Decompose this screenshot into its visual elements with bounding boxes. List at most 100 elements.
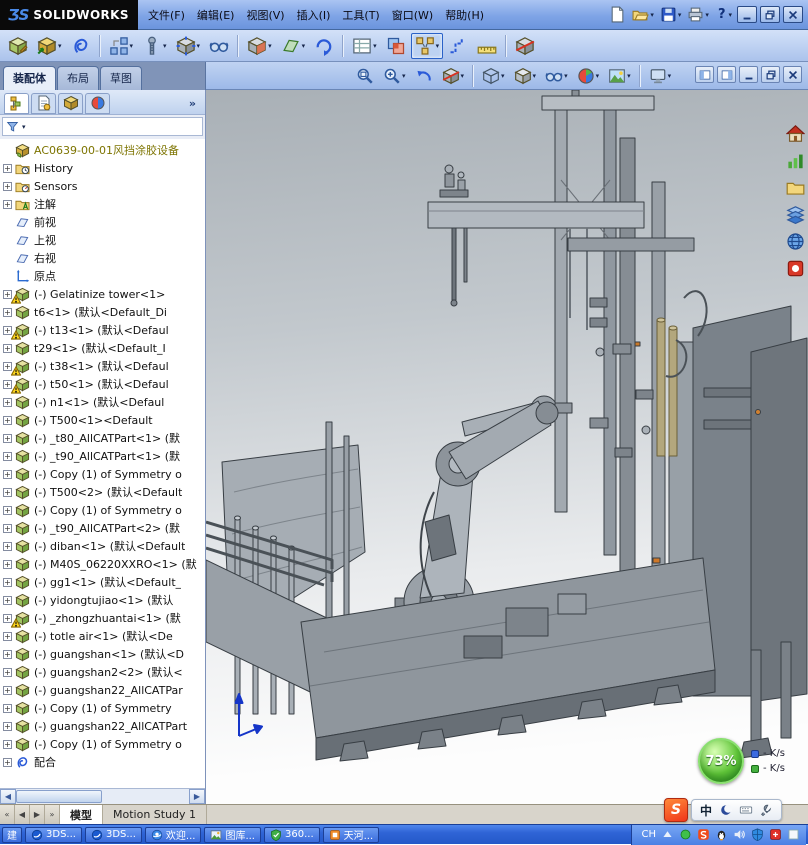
tree-item[interactable]: +(-) t13<1> (默认<Defaul xyxy=(0,321,205,339)
expand-icon[interactable]: + xyxy=(3,182,12,191)
tree-item[interactable]: +(-) guangshan22_AllCATPart xyxy=(0,717,205,735)
previous-view-button[interactable] xyxy=(411,64,437,88)
stats-button[interactable] xyxy=(785,150,805,170)
show-hidden-components-button[interactable] xyxy=(205,33,233,59)
net-percent-badge[interactable]: 73% xyxy=(698,738,744,784)
tree-item[interactable]: +(-) Copy (1) of Symmetry o xyxy=(0,465,205,483)
menu-item[interactable]: 视图(V) xyxy=(240,5,290,25)
print-button[interactable]: ▾ xyxy=(685,4,711,26)
expand-icon[interactable]: + xyxy=(3,452,12,461)
display-manager-tab[interactable] xyxy=(85,93,110,114)
last-tab-button[interactable]: » xyxy=(45,805,60,824)
smart-fasteners-button[interactable]: ▾ xyxy=(138,33,171,59)
edit-appearance-button[interactable]: ▾ xyxy=(573,64,604,88)
taskbar-button[interactable]: 360... xyxy=(264,827,320,843)
next-tab-button[interactable]: ▶ xyxy=(30,805,45,824)
scrollbar-track[interactable] xyxy=(16,789,189,804)
ime-language-toggle[interactable]: 中 xyxy=(700,802,712,819)
help-button[interactable]: ? ▾ xyxy=(714,4,734,26)
arrow-up-icon[interactable] xyxy=(661,828,674,841)
expand-icon[interactable]: + xyxy=(3,560,12,569)
net-speed-widget[interactable]: 73% - K/s - K/s xyxy=(698,738,785,784)
expand-icon[interactable]: + xyxy=(3,434,12,443)
exploded-view-button[interactable]: ▾ xyxy=(411,33,444,59)
toggle-left-pane-button[interactable] xyxy=(695,66,714,83)
restore-button[interactable] xyxy=(761,66,780,83)
tree-item[interactable]: +注解 xyxy=(0,195,205,213)
property-manager-tab[interactable] xyxy=(31,93,56,114)
move-component-button[interactable]: ▾ xyxy=(172,33,205,59)
insert-components-button[interactable]: ▾ xyxy=(33,33,66,59)
minimize-button[interactable] xyxy=(739,66,758,83)
expand-icon[interactable]: + xyxy=(3,308,12,317)
tree-item[interactable]: 右视 xyxy=(0,249,205,267)
menu-item[interactable]: 工具(T) xyxy=(336,5,385,25)
scrollbar-thumb[interactable] xyxy=(16,790,102,803)
tree-root-item[interactable]: AC0639-00-01风挡涂胶设备 xyxy=(0,141,205,159)
taskbar-button[interactable]: 天河... xyxy=(323,827,380,843)
white-box-icon[interactable] xyxy=(787,828,800,841)
measure-button[interactable] xyxy=(473,33,501,59)
feature-manager-tab[interactable] xyxy=(4,93,29,114)
menu-item[interactable]: 帮助(H) xyxy=(439,5,490,25)
explode-line-sketch-button[interactable] xyxy=(444,33,472,59)
taskbar-button-partial[interactable]: 建 xyxy=(2,827,22,843)
shield-icon[interactable] xyxy=(751,828,764,841)
taskbar-button[interactable]: 图库... xyxy=(204,827,261,843)
wrench-icon[interactable] xyxy=(759,803,773,817)
display-style-button[interactable]: ▾ xyxy=(510,64,541,88)
first-tab-button[interactable]: « xyxy=(0,805,15,824)
new-motion-study-button[interactable] xyxy=(310,33,338,59)
commandmanager-tab[interactable]: 装配体 xyxy=(3,66,56,90)
expand-icon[interactable]: + xyxy=(3,470,12,479)
tree-item[interactable]: +(-) T500<2> (默认<Default xyxy=(0,483,205,501)
red-app-icon[interactable] xyxy=(769,828,782,841)
tree-item[interactable]: +(-) Gelatinize tower<1> xyxy=(0,285,205,303)
expand-icon[interactable]: + xyxy=(3,668,12,677)
tree-item[interactable]: +配合 xyxy=(0,753,205,771)
expand-icon[interactable]: + xyxy=(3,722,12,731)
tree-item[interactable]: +(-) t50<1> (默认<Defaul xyxy=(0,375,205,393)
document-tab[interactable]: 模型 xyxy=(60,805,103,824)
expand-icon[interactable]: + xyxy=(3,506,12,515)
tree-item[interactable]: +(-) _t90_AllCATPart<1> (默 xyxy=(0,447,205,465)
panel-overflow-button[interactable]: » xyxy=(184,97,201,110)
prev-tab-button[interactable]: ◀ xyxy=(15,805,30,824)
expand-icon[interactable]: + xyxy=(3,596,12,605)
qq-icon[interactable] xyxy=(715,828,728,841)
tree-horizontal-scrollbar[interactable]: ◀ ▶ xyxy=(0,788,205,804)
tree-item[interactable]: +t6<1> (默认<Default_Di xyxy=(0,303,205,321)
tree-item[interactable]: +(-) _t80_AllCATPart<1> (默 xyxy=(0,429,205,447)
tree-item[interactable]: +(-) n1<1> (默认<Defaul xyxy=(0,393,205,411)
keyboard-icon[interactable] xyxy=(739,803,753,817)
expand-icon[interactable]: + xyxy=(3,758,12,767)
expand-icon[interactable]: + xyxy=(3,416,12,425)
tree-item[interactable]: +(-) _zhongzhuantai<1> (默 xyxy=(0,609,205,627)
tree-item[interactable]: +(-) Copy (1) of Symmetry o xyxy=(0,501,205,519)
tree-item[interactable]: +(-) Copy (1) of Symmetry xyxy=(0,699,205,717)
tree-item[interactable]: +(-) M40S_06220XXRO<1> (默 xyxy=(0,555,205,573)
green-dot-icon[interactable] xyxy=(679,828,692,841)
close-button[interactable] xyxy=(783,66,802,83)
expand-icon[interactable]: + xyxy=(3,542,12,551)
volume-icon[interactable] xyxy=(733,828,746,841)
cad-model[interactable] xyxy=(206,90,808,804)
graphics-area[interactable]: 73% - K/s - K/s xyxy=(206,90,808,804)
tree-item[interactable]: +History xyxy=(0,159,205,177)
zoom-to-area-button[interactable]: ▾ xyxy=(379,64,410,88)
globe-button[interactable] xyxy=(785,231,805,251)
folder-button[interactable] xyxy=(785,177,805,197)
tree-item[interactable]: +(-) t38<1> (默认<Defaul xyxy=(0,357,205,375)
tree-item[interactable]: +(-) yidongtujiao<1> (默认 xyxy=(0,591,205,609)
taskbar-button[interactable]: 3DS... xyxy=(85,827,142,843)
apply-scene-button[interactable]: ▾ xyxy=(604,64,635,88)
hide-show-items-button[interactable]: ▾ xyxy=(541,64,572,88)
sogou-ime-icon[interactable]: S xyxy=(664,798,688,822)
assembly-features-button[interactable]: ▾ xyxy=(243,33,276,59)
scroll-right-button[interactable]: ▶ xyxy=(189,789,205,804)
expand-icon[interactable]: + xyxy=(3,686,12,695)
zoom-to-fit-button[interactable] xyxy=(352,64,378,88)
section-view-button[interactable] xyxy=(511,33,539,59)
mate-button[interactable] xyxy=(67,33,95,59)
document-tab[interactable]: Motion Study 1 xyxy=(103,805,207,824)
